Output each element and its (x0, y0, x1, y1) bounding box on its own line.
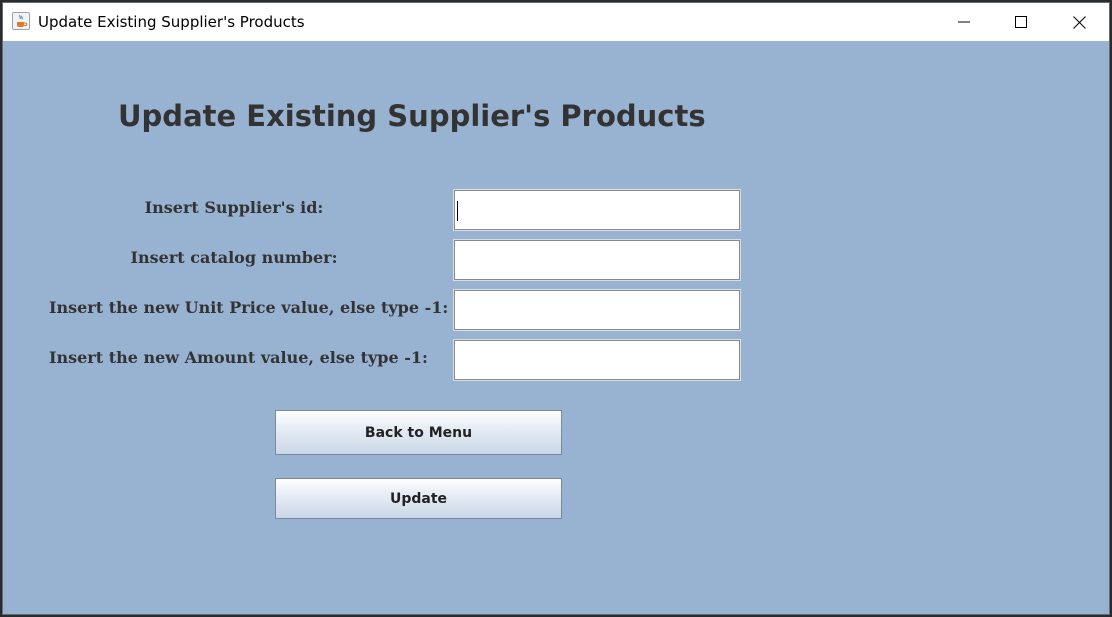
app-window: Update Existing Supplier's Products Upda… (2, 2, 1110, 615)
update-button[interactable]: Update (275, 478, 562, 519)
supplier-id-input[interactable] (454, 190, 740, 230)
unit-price-label: Insert the new Unit Price value, else ty… (49, 298, 449, 317)
page-title: Update Existing Supplier's Products (118, 99, 706, 133)
window-title: Update Existing Supplier's Products (38, 13, 305, 31)
minimize-button[interactable] (941, 3, 987, 41)
maximize-icon (1015, 16, 1027, 28)
close-icon (1072, 15, 1086, 29)
unit-price-input[interactable] (454, 290, 740, 330)
text-caret (457, 201, 458, 221)
minimize-icon (958, 21, 970, 23)
java-cup-icon[interactable] (12, 12, 30, 30)
maximize-button[interactable] (998, 3, 1044, 41)
close-button[interactable] (1056, 3, 1102, 41)
catalog-number-label: Insert catalog number: (130, 248, 338, 267)
supplier-id-label: Insert Supplier's id: (144, 198, 324, 217)
catalog-number-input[interactable] (454, 240, 740, 280)
amount-input[interactable] (454, 340, 740, 380)
amount-label: Insert the new Amount value, else type -… (49, 348, 428, 367)
back-to-menu-button[interactable]: Back to Menu (275, 410, 562, 455)
title-bar[interactable]: Update Existing Supplier's Products (3, 3, 1109, 41)
form-panel: Update Existing Supplier's Products Inse… (3, 41, 1109, 614)
